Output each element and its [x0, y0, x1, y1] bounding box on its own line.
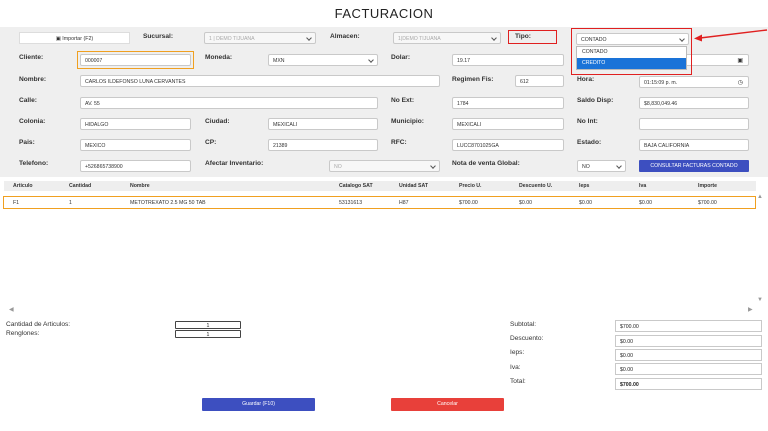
nota-global-select[interactable]: NO [577, 160, 626, 172]
cell-catalogo-sat: 53131613 [339, 200, 363, 206]
subtotal-label: Subtotal: [510, 321, 537, 328]
subtotal-field: $700.00 [615, 320, 762, 332]
clock-icon[interactable]: ◷ [738, 77, 743, 87]
dolar-input[interactable]: 19.17 [452, 54, 564, 66]
tipo-select[interactable]: CONTADO [576, 33, 689, 45]
sucursal-select[interactable]: 1 | DEMO TIJUANA [204, 32, 316, 44]
scroll-left-icon[interactable]: ◀ [9, 306, 14, 313]
tipo-option-contado[interactable]: CONTADO [577, 47, 686, 58]
cell-importe: $700.00 [698, 200, 717, 206]
no-ext-label: No Ext: [391, 97, 415, 104]
total-label: Total: [510, 378, 526, 385]
saldo-input[interactable]: $8,830,049.46 [639, 97, 749, 109]
cell-ieps: $0.00 [579, 200, 592, 206]
colonia-input[interactable]: HIDALGO [80, 118, 191, 130]
col-descuento: Descuento U. [519, 183, 553, 189]
cell-iva: $0.00 [639, 200, 652, 206]
cp-input[interactable]: 21389 [268, 139, 378, 151]
col-unidad-sat: Unidad SAT [399, 183, 429, 189]
pais-input[interactable]: MEXICO [80, 139, 191, 151]
annotation-arrow [694, 29, 768, 42]
regimen-input[interactable]: 612 [515, 75, 564, 87]
cell-nombre: METOTREXATO 2.5 MG 50 TAB [130, 200, 206, 206]
table-row[interactable]: F1 1 METOTREXATO 2.5 MG 50 TAB 53131613 … [4, 198, 756, 208]
tipo-label: Tipo: [515, 33, 531, 40]
articulos-count-field: 1 [175, 321, 241, 329]
rfc-input[interactable]: LUCC8701025GA [452, 139, 564, 151]
municipio-input[interactable]: MEXICALI [452, 118, 564, 130]
cell-precio: $700.00 [459, 200, 478, 206]
consultar-facturas-button[interactable]: CONSULTAR FACTURAS CONTADO [639, 160, 749, 172]
pais-label: Pais: [19, 139, 35, 146]
afectar-label: Afectar Inventario: [205, 160, 264, 167]
nota-global-label: Nota de venta Global: [452, 160, 520, 167]
col-articulo: Articulo [13, 183, 33, 189]
items-table-header: Articulo Cantidad Nombre Catalogo SAT Un… [4, 181, 756, 191]
almacen-select[interactable]: 1|DEMO TIJUANA [393, 32, 501, 44]
rfc-label: RFC: [391, 139, 407, 146]
ieps-label: Ieps: [510, 349, 525, 356]
no-ext-input[interactable]: 1784 [452, 97, 564, 109]
no-int-input[interactable] [639, 118, 749, 130]
saldo-label: Saldo Disp: [577, 97, 614, 104]
ciudad-input[interactable]: MEXICALI [268, 118, 378, 130]
tipo-option-credito[interactable]: CREDITO [577, 58, 686, 69]
colonia-label: Colonia: [19, 118, 46, 125]
afectar-select[interactable]: NO [329, 160, 440, 172]
cell-unidad-sat: H87 [399, 200, 409, 206]
cancelar-button[interactable]: Cancelar [391, 398, 504, 411]
descuento-label: Descuento: [510, 335, 544, 342]
download-icon: ▣ [55, 36, 61, 42]
articulos-count-label: Cantidad de Articulos: [6, 321, 71, 328]
iva-field: $0.00 [615, 363, 762, 375]
almacen-label: Almacen: [330, 33, 360, 40]
scroll-up-icon[interactable]: ▲ [757, 194, 763, 200]
col-catalogo-sat: Catalogo SAT [339, 183, 373, 189]
nombre-label: Nombre: [19, 76, 47, 83]
iva-label: Iva: [510, 364, 521, 371]
hora-label: Hora: [577, 76, 595, 83]
col-ieps: Ieps [579, 183, 590, 189]
guardar-button[interactable]: Guardar (F10) [202, 398, 315, 411]
dolar-label: Dolar: [391, 54, 411, 61]
cp-label: CP: [205, 139, 217, 146]
renglones-count-field: 1 [175, 330, 241, 338]
col-iva: Iva [639, 183, 647, 189]
estado-label: Estado: [577, 139, 602, 146]
page-title: FACTURACION [334, 6, 434, 21]
import-button[interactable]: ▣ Importar (F2) [19, 32, 130, 44]
municipio-label: Municipio: [391, 118, 424, 125]
tipo-dropdown-list: CONTADO CREDITO [576, 46, 687, 70]
col-precio: Precio U. [459, 183, 482, 189]
estado-input[interactable]: BAJA CALIFORNIA [639, 139, 749, 151]
regimen-label: Regimen Fis: [452, 76, 494, 83]
no-int-label: No Int: [577, 118, 598, 125]
scroll-down-icon[interactable]: ▼ [757, 297, 763, 303]
cell-cantidad: 1 [69, 200, 72, 206]
hora-value: 01:15:09 p. m. [644, 80, 678, 86]
nombre-input[interactable]: CARLOS ILDEFONSO LUNA CERVANTES [80, 75, 440, 87]
moneda-select[interactable]: MXN [268, 54, 378, 66]
ieps-field: $0.00 [615, 349, 762, 361]
cell-descuento: $0.00 [519, 200, 532, 206]
cliente-label: Cliente: [19, 54, 44, 61]
cell-articulo: F1 [13, 200, 20, 206]
moneda-label: Moneda: [205, 54, 233, 61]
telefono-label: Telefono: [19, 160, 49, 167]
hora-input[interactable]: 01:15:09 p. m. ◷ [639, 76, 749, 88]
calendar-icon[interactable]: ▣ [737, 55, 743, 65]
ciudad-label: Ciudad: [205, 118, 230, 125]
descuento-field: $0.00 [615, 335, 762, 347]
cliente-input[interactable]: 000007 [80, 54, 191, 66]
total-field: $700.00 [615, 378, 762, 390]
calle-input[interactable]: AV. 55 [80, 97, 378, 109]
col-cantidad: Cantidad [69, 183, 92, 189]
sucursal-label: Sucursal: [143, 33, 174, 40]
col-nombre: Nombre [130, 183, 150, 189]
scroll-right-icon[interactable]: ▶ [748, 306, 753, 313]
telefono-input[interactable]: +526865738900 [80, 160, 191, 172]
calle-label: Calle: [19, 97, 37, 104]
col-importe: Importe [698, 183, 718, 189]
renglones-count-label: Renglones: [6, 330, 40, 337]
